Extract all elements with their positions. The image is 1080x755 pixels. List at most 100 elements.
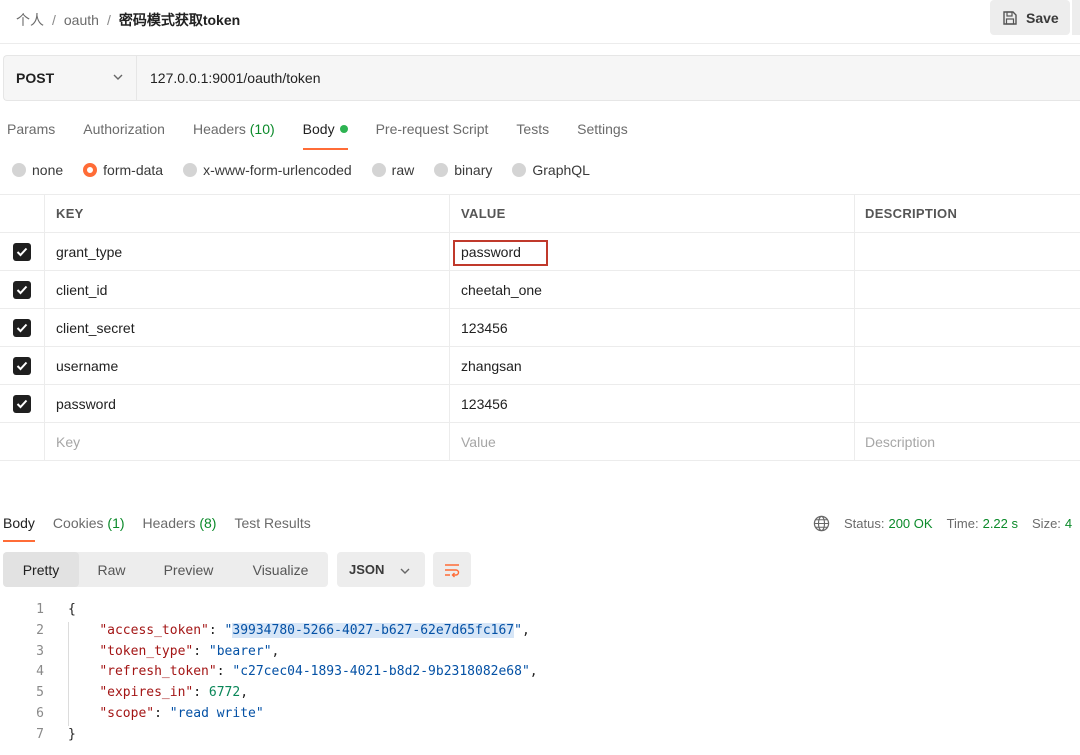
key-cell[interactable]: username [45, 347, 450, 384]
description-placeholder-input[interactable]: Description [855, 423, 1080, 460]
view-tab-visualize[interactable]: Visualize [233, 552, 328, 587]
breadcrumb-separator: / [52, 12, 56, 28]
json-entry: "refresh_token": "c27cec04-1893-4021-b8d… [99, 664, 538, 680]
line-number: 2 [36, 622, 44, 638]
tab-pre-request-script[interactable]: Pre-request Script [376, 120, 489, 150]
table-row: client_id cheetah_one [0, 271, 1080, 309]
line-number: 1 [36, 602, 44, 617]
size-value[interactable]: 4 [1065, 516, 1072, 531]
format-select[interactable]: JSON [337, 552, 425, 587]
response-body-viewer[interactable]: 1 { 2 "access_token": "39934780-5266-402… [0, 600, 1080, 746]
line-number: 5 [36, 685, 44, 701]
json-value: bearer [216, 643, 264, 659]
tab-label: Tests [516, 121, 550, 137]
url-input[interactable]: 127.0.0.1:9001/oauth/token [150, 70, 320, 86]
body-type-label: form-data [103, 162, 164, 178]
column-header-description: DESCRIPTION [865, 206, 958, 221]
radio-icon [434, 163, 449, 177]
value-cell[interactable]: 123456 [450, 309, 855, 346]
checkbox-checked[interactable] [13, 280, 31, 299]
view-tab-raw[interactable]: Raw [79, 552, 144, 587]
row-check-cell [0, 423, 45, 460]
body-type-raw[interactable]: raw [371, 162, 414, 178]
response-view-tabs: Pretty Raw Preview Visualize [3, 552, 328, 587]
tab-label: Pre-request Script [375, 121, 489, 137]
tab-tests[interactable]: Tests [516, 120, 549, 150]
wrap-lines-icon [445, 563, 460, 577]
body-type-urlencoded[interactable]: x-www-form-urlencoded [183, 162, 352, 178]
save-label: Save [1026, 9, 1059, 26]
method-label: POST [16, 70, 55, 86]
value-cell[interactable]: cheetah_one [450, 271, 855, 308]
status-label: Status: [844, 516, 885, 531]
method-select[interactable]: POST [4, 56, 137, 100]
table-row: client_secret 123456 [0, 309, 1080, 347]
selected-token-text[interactable]: 39934780-5266-4027-b627-62e7d65fc167 [232, 622, 515, 638]
checkbox-checked[interactable] [13, 394, 31, 413]
body-type-label: binary [454, 162, 493, 178]
key-cell[interactable]: client_id [45, 271, 450, 308]
body-type-binary[interactable]: binary [434, 162, 492, 178]
json-value: c27cec04-1893-4021-b8d2-9b2318082e68 [240, 664, 522, 680]
row-check-cell [0, 347, 45, 384]
key-cell[interactable]: client_secret [45, 309, 450, 346]
tab-body[interactable]: Body [302, 120, 348, 150]
checkbox-checked[interactable] [13, 242, 31, 261]
tab-label: Body [302, 121, 335, 137]
tab-count: (10) [249, 121, 275, 137]
row-check-cell [0, 233, 45, 270]
breadcrumb-collection[interactable]: oauth [64, 12, 99, 28]
time-value[interactable]: 2.22 s [983, 516, 1018, 531]
key-cell[interactable]: password [45, 385, 450, 422]
body-type-label: x-www-form-urlencoded [203, 162, 352, 178]
key-cell[interactable]: grant_type [45, 233, 450, 270]
column-header-key: KEY [45, 195, 450, 232]
code-line: 6 "scope": "read write" [0, 704, 1080, 725]
description-cell[interactable] [855, 309, 1080, 346]
checkbox-checked[interactable] [13, 318, 31, 337]
checkmark-icon [16, 399, 28, 408]
json-key: "scope" [99, 705, 155, 721]
key-placeholder-input[interactable]: Key [45, 423, 450, 460]
radio-icon [371, 163, 386, 177]
description-cell[interactable] [855, 347, 1080, 384]
response-tab-body[interactable]: Body [3, 515, 35, 543]
response-tab-headers[interactable]: Headers (8) [143, 515, 217, 543]
radio-icon [512, 163, 527, 177]
radio-icon [12, 163, 26, 177]
value-cell[interactable]: 123456 [450, 385, 855, 422]
description-cell[interactable] [855, 271, 1080, 308]
json-entry: "expires_in": 6772, [99, 685, 249, 701]
tab-params[interactable]: Params [7, 120, 55, 150]
checkbox-checked[interactable] [13, 356, 31, 375]
tab-authorization[interactable]: Authorization [83, 120, 165, 150]
wrap-lines-button[interactable] [433, 552, 471, 587]
json-key: "refresh_token" [99, 664, 217, 680]
tab-settings[interactable]: Settings [577, 120, 628, 150]
view-tab-pretty[interactable]: Pretty [3, 552, 79, 587]
line-number: 3 [36, 643, 44, 659]
save-dropdown-button[interactable] [1072, 0, 1080, 35]
body-type-form-data[interactable]: form-data [83, 162, 163, 178]
value-cell[interactable]: zhangsan [450, 347, 855, 384]
table-row: username zhangsan [0, 347, 1080, 385]
tab-label: Cookies [52, 515, 104, 531]
description-cell[interactable] [855, 385, 1080, 422]
body-type-none[interactable]: none [12, 162, 63, 178]
description-cell[interactable] [855, 233, 1080, 270]
breadcrumb-workspace[interactable]: 个人 [16, 10, 44, 30]
globe-icon[interactable] [813, 515, 830, 532]
code-line: 3 "token_type": "bearer", [0, 642, 1080, 663]
view-tab-preview[interactable]: Preview [144, 552, 233, 587]
json-number: 6772 [208, 685, 241, 701]
response-tab-test-results[interactable]: Test Results [234, 515, 310, 543]
value-placeholder-input[interactable]: Value [450, 423, 855, 460]
form-data-table: KEY VALUE DESCRIPTION grant_type passwor… [0, 194, 1080, 461]
response-tab-cookies[interactable]: Cookies (1) [53, 515, 125, 543]
tab-headers[interactable]: Headers (10) [193, 120, 275, 150]
body-type-graphql[interactable]: GraphQL [512, 162, 590, 178]
table-row: password 123456 [0, 385, 1080, 423]
save-button[interactable]: Save [990, 0, 1070, 35]
request-name[interactable]: 密码模式获取token [119, 10, 240, 30]
status-value[interactable]: 200 OK [888, 516, 932, 531]
